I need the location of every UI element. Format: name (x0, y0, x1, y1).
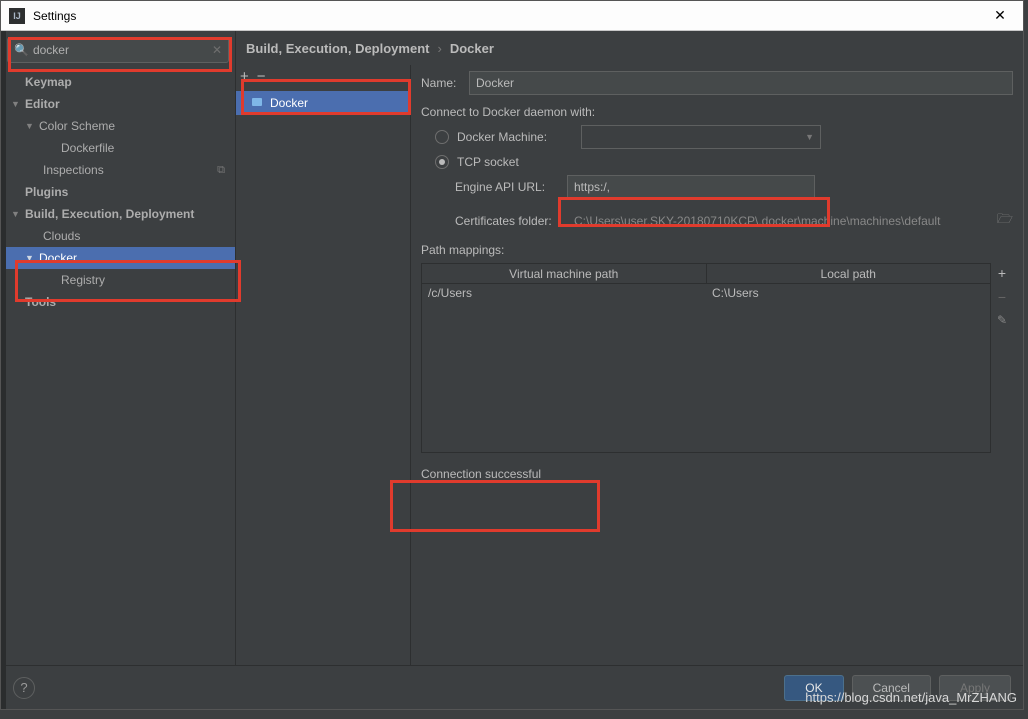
col-vm-path[interactable]: Virtual machine path (422, 264, 707, 283)
remove-icon[interactable]: − (998, 289, 1006, 305)
folder-icon[interactable]: 🗁 (997, 210, 1013, 232)
cell-vm: /c/Users (422, 284, 706, 302)
path-mappings-label: Path mappings: (421, 243, 1013, 257)
cert-label: Certificates folder: (455, 214, 567, 228)
connection-status: Connection successful (421, 467, 1013, 481)
radio-tcp-socket[interactable]: TCP socket (435, 155, 1013, 169)
watermark: https://blog.csdn.net/java_MrZHANG (805, 690, 1017, 705)
add-icon[interactable]: + (998, 265, 1006, 281)
chevron-down-icon: ▼ (25, 121, 39, 131)
tree-tools[interactable]: Tools (1, 291, 235, 313)
tree-keymap[interactable]: Keymap (1, 71, 235, 93)
engine-url-input[interactable] (567, 175, 815, 199)
radio-icon (435, 155, 449, 169)
connect-title: Connect to Docker daemon with: (421, 105, 1013, 119)
chevron-right-icon: › (437, 41, 441, 56)
search-input[interactable]: 🔍 docker ✕ (7, 37, 229, 63)
docker-list: + − Docker (236, 65, 411, 665)
docker-form: Name: Connect to Docker daemon with: Doc… (411, 65, 1023, 665)
tree-docker[interactable]: ▼Docker (1, 247, 235, 269)
search-icon: 🔍 (14, 43, 29, 57)
cell-local: C:\Users (706, 284, 990, 302)
close-icon[interactable]: ✕ (985, 7, 1015, 24)
tree-editor[interactable]: ▼Editor (1, 93, 235, 115)
add-icon[interactable]: + (240, 68, 249, 85)
docker-icon (250, 98, 264, 108)
remove-icon[interactable]: − (257, 68, 266, 85)
docker-list-label: Docker (270, 96, 308, 110)
col-local-path[interactable]: Local path (707, 264, 991, 283)
radio-docker-machine[interactable]: Docker Machine: ▼ (435, 125, 1013, 149)
tree-color-scheme[interactable]: ▼Color Scheme (1, 115, 235, 137)
tree-inspections[interactable]: Inspections⧉ (1, 159, 235, 181)
window-title: Settings (33, 9, 985, 23)
settings-tree: Keymap ▼Editor ▼Color Scheme Dockerfile … (1, 69, 235, 665)
help-button[interactable]: ? (13, 677, 35, 699)
docker-machine-label: Docker Machine: (457, 130, 581, 144)
name-input[interactable] (469, 71, 1013, 95)
docker-machine-combo[interactable]: ▼ (581, 125, 821, 149)
tree-plugins[interactable]: Plugins (1, 181, 235, 203)
breadcrumb-root[interactable]: Build, Execution, Deployment (246, 41, 429, 56)
cert-input[interactable] (567, 209, 991, 233)
clear-icon[interactable]: ✕ (212, 43, 222, 57)
chevron-down-icon: ▼ (11, 209, 25, 219)
tree-clouds[interactable]: Clouds (1, 225, 235, 247)
breadcrumb: Build, Execution, Deployment › Docker (236, 31, 1023, 65)
table-row[interactable]: /c/Users C:\Users (422, 284, 990, 302)
radio-icon (435, 130, 449, 144)
path-mappings-table: Virtual machine path Local path /c/Users… (421, 263, 991, 453)
titlebar: IJ Settings ✕ (1, 1, 1023, 31)
chevron-down-icon: ▼ (805, 132, 814, 142)
chevron-down-icon: ▼ (11, 99, 25, 109)
chevron-down-icon: ▼ (25, 253, 39, 263)
edit-icon[interactable]: ✎ (997, 313, 1007, 327)
tree-dockerfile[interactable]: Dockerfile (1, 137, 235, 159)
engine-url-label: Engine API URL: (455, 180, 567, 194)
settings-sidebar: 🔍 docker ✕ Keymap ▼Editor ▼Color Scheme … (1, 31, 236, 665)
tree-registry[interactable]: Registry (1, 269, 235, 291)
breadcrumb-leaf: Docker (450, 41, 494, 56)
copy-icon: ⧉ (217, 164, 225, 177)
tcp-socket-label: TCP socket (457, 155, 519, 169)
app-icon: IJ (9, 8, 25, 24)
docker-list-item[interactable]: Docker (236, 91, 410, 115)
tree-bed[interactable]: ▼Build, Execution, Deployment (1, 203, 235, 225)
name-label: Name: (421, 76, 469, 90)
search-text: docker (33, 43, 212, 57)
